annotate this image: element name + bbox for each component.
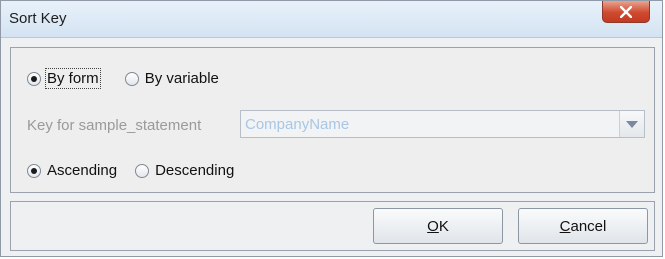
button-bar: OK Cancel — [10, 201, 655, 251]
radio-label: Ascending — [47, 162, 118, 179]
dropdown-button[interactable] — [619, 111, 644, 137]
sort-key-dialog: Sort Key By form By variable Key for sam… — [0, 0, 663, 257]
title-bar[interactable]: Sort Key — [1, 1, 662, 38]
sort-source-group: By form By variable — [27, 68, 245, 89]
radio-label: By variable — [144, 70, 219, 87]
ok-button[interactable]: OK — [373, 208, 503, 244]
key-value: CompanyName — [245, 116, 350, 133]
by-form-radio[interactable]: By form — [27, 68, 101, 89]
close-button[interactable] — [602, 1, 650, 23]
key-label: Key for sample_statement — [27, 117, 202, 134]
radio-label: Descending — [155, 162, 235, 179]
close-icon — [620, 6, 632, 18]
ok-mnemonic: O — [427, 217, 439, 235]
radio-button[interactable] — [135, 163, 150, 178]
ok-label: K — [438, 217, 449, 235]
cancel-mnemonic: C — [559, 217, 571, 235]
radio-button[interactable] — [124, 71, 139, 86]
chevron-down-icon — [626, 121, 638, 128]
cancel-button[interactable]: Cancel — [518, 208, 648, 244]
options-panel: By form By variable Key for sample_state… — [10, 47, 655, 193]
radio-button[interactable] — [27, 71, 41, 86]
radio-label: By form — [45, 68, 101, 89]
window-title: Sort Key — [9, 10, 67, 27]
by-variable-radio[interactable]: By variable — [124, 70, 219, 87]
sort-order-group: Ascending Descending — [27, 162, 260, 179]
descending-radio[interactable]: Descending — [135, 162, 234, 179]
radio-button[interactable] — [27, 163, 41, 178]
cancel-label: ancel — [570, 217, 607, 235]
key-combobox[interactable]: CompanyName — [240, 110, 645, 138]
ascending-radio[interactable]: Ascending — [27, 162, 117, 179]
